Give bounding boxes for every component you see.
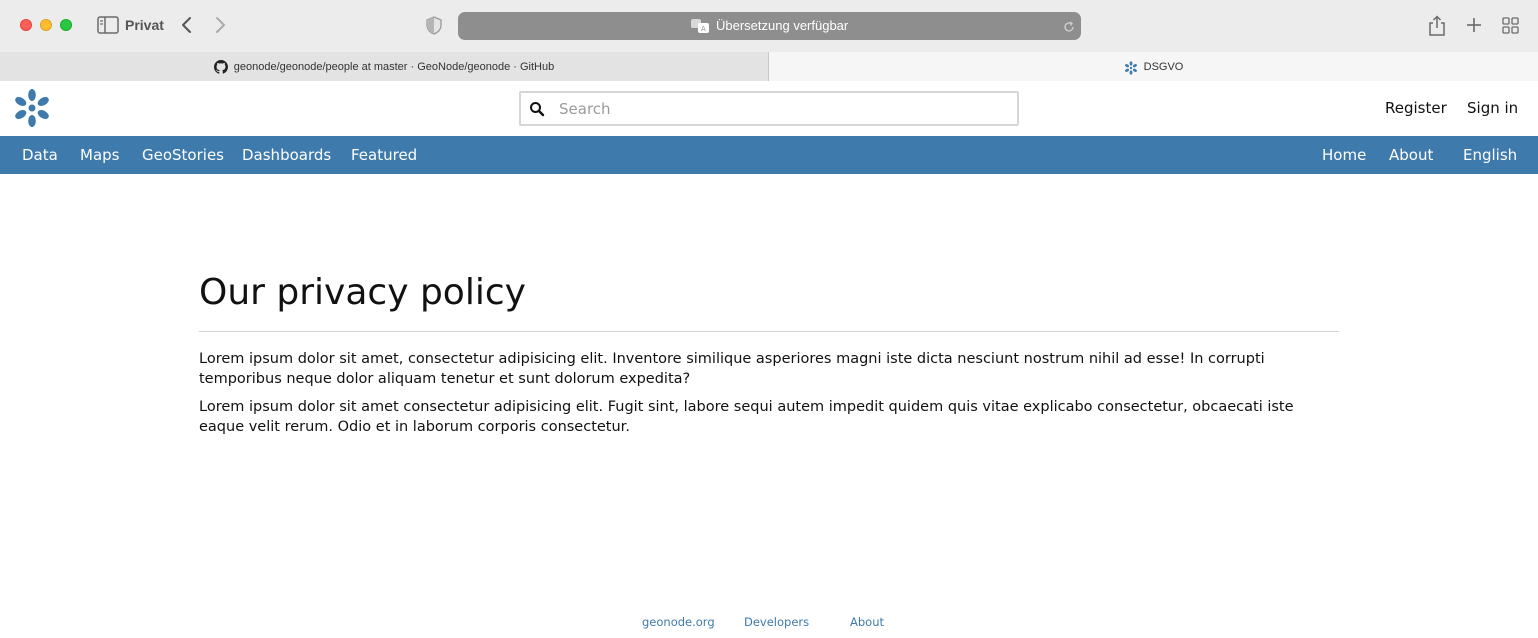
- geonode-logo-icon: [1124, 60, 1138, 75]
- tab-github[interactable]: geonode/geonode/people at master · GeoNo…: [0, 52, 769, 81]
- nav-featured[interactable]: Featured: [351, 146, 417, 164]
- github-icon: [213, 59, 228, 74]
- geonode-logo-icon[interactable]: [12, 88, 52, 128]
- nav-home[interactable]: Home: [1322, 146, 1366, 164]
- reload-icon[interactable]: [1063, 20, 1075, 32]
- nav-maps[interactable]: Maps: [80, 146, 119, 164]
- page-title: Our privacy policy: [199, 272, 526, 313]
- private-profile-label[interactable]: Privat: [125, 17, 164, 33]
- sign-in-link[interactable]: Sign in: [1467, 99, 1518, 117]
- share-icon[interactable]: [1427, 14, 1447, 38]
- back-icon[interactable]: [176, 14, 196, 36]
- zoom-window-button[interactable]: [60, 19, 72, 31]
- tab-title: geonode/geonode/people at master · GeoNo…: [233, 60, 555, 73]
- title-divider: [199, 331, 1339, 332]
- search-input[interactable]: [559, 97, 999, 121]
- tab-strip: geonode/geonode/people at master · GeoNo…: [0, 52, 1538, 81]
- minimize-window-button[interactable]: [40, 19, 52, 31]
- main-navbar: Data Maps GeoStories Dashboards Featured…: [0, 136, 1538, 174]
- nav-about[interactable]: About: [1389, 146, 1433, 164]
- svg-text:A: A: [701, 25, 706, 33]
- search-icon[interactable]: [529, 101, 545, 117]
- tab-title: DSGVO: [1143, 60, 1184, 73]
- nav-language-english[interactable]: English: [1463, 146, 1517, 164]
- close-window-button[interactable]: [20, 19, 32, 31]
- nav-geostories[interactable]: GeoStories: [142, 146, 224, 164]
- privacy-shield-icon[interactable]: [425, 15, 443, 35]
- footer-link-developers[interactable]: Developers: [744, 615, 809, 629]
- main-content: Our privacy policy Lorem ipsum dolor sit…: [199, 270, 1339, 437]
- policy-paragraph: Lorem ipsum dolor sit amet, consectetur …: [199, 351, 1265, 387]
- browser-toolbar: Privat A Übersetzung verfügbar: [0, 0, 1538, 52]
- search-box: [519, 91, 1019, 126]
- sidebar-toggle-icon[interactable]: [97, 16, 119, 34]
- address-bar[interactable]: A Übersetzung verfügbar: [458, 12, 1081, 40]
- site-header: Register Sign in: [0, 81, 1538, 136]
- tab-overview-icon[interactable]: [1501, 16, 1519, 34]
- new-tab-icon[interactable]: [1464, 15, 1484, 35]
- address-text: Übersetzung verfügbar: [716, 18, 849, 33]
- policy-paragraph: Lorem ipsum dolor sit amet consectetur a…: [199, 399, 1294, 435]
- tab-dsgvo[interactable]: DSGVO: [769, 52, 1538, 81]
- nav-data[interactable]: Data: [22, 146, 58, 164]
- footer-link-about[interactable]: About: [850, 615, 884, 629]
- register-link[interactable]: Register: [1385, 99, 1447, 117]
- footer-link-geonode-org[interactable]: geonode.org: [642, 615, 715, 629]
- nav-dashboards[interactable]: Dashboards: [242, 146, 331, 164]
- translate-icon[interactable]: A: [690, 18, 710, 34]
- forward-icon[interactable]: [211, 14, 231, 36]
